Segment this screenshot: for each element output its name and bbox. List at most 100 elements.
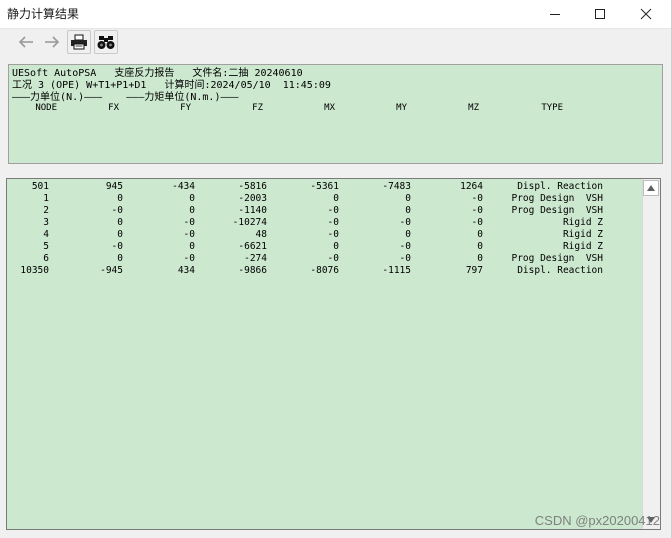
cell-fz: -1140: [238, 205, 267, 216]
report-header-panel: UESoft AutoPSA 支座反力报告 文件名:二抽 20240610 工况…: [8, 64, 663, 164]
table-row: 10350 -945 434 -9866 -8076 -1115 797 Displ. Rea…: [7, 265, 647, 277]
column-header-fy: FY: [180, 103, 191, 113]
cell-my: -7483: [382, 181, 411, 192]
report-title-line: UESoft AutoPSA 支座反力报告 文件名:二抽 20240610: [12, 68, 303, 79]
close-icon: [640, 8, 652, 20]
cell-mz: 0: [477, 241, 483, 252]
cell-type: Rigid Z: [562, 217, 603, 228]
cell-fx: 0: [117, 217, 123, 228]
cell-my: -0: [399, 217, 411, 228]
cell-node: 2: [43, 205, 49, 216]
table-row: 4 0 -0 48 -0 0 0 Rigid Z: [7, 229, 647, 241]
binoculars-icon: [97, 36, 115, 49]
cell-fx: -0: [111, 205, 123, 216]
cell-fy: 0: [189, 205, 195, 216]
column-header-mz: MZ: [468, 103, 479, 113]
forward-button[interactable]: [40, 30, 64, 54]
maximize-icon: [595, 9, 605, 19]
cell-fz: -5816: [238, 181, 267, 192]
cell-fx: 0: [117, 253, 123, 264]
cell-type: Prog Design VSH: [511, 193, 603, 204]
cell-type: Displ. Reaction: [517, 181, 603, 192]
cell-mx: -8076: [310, 265, 339, 276]
cell-node: 6: [43, 253, 49, 264]
cell-node: 501: [31, 181, 49, 192]
cell-my: -1115: [382, 265, 411, 276]
cell-my: 0: [405, 229, 411, 240]
cell-fx: -945: [100, 265, 123, 276]
column-header-node: NODE: [35, 103, 57, 113]
print-button[interactable]: [67, 30, 91, 54]
minimize-icon: [550, 14, 560, 15]
title-bar: 静力计算结果: [0, 0, 672, 29]
cell-my: 0: [405, 205, 411, 216]
cell-mz: -0: [471, 205, 483, 216]
results-panel: 501 945 -434 -5816 -5361 -7483 1264 Displ. Reac…: [6, 178, 661, 530]
cell-my: -0: [399, 241, 411, 252]
cell-type: Rigid Z: [562, 229, 603, 240]
cell-fx: 0: [117, 229, 123, 240]
cell-mz: -0: [471, 193, 483, 204]
maximize-button[interactable]: [578, 0, 622, 28]
cell-mx: -0: [327, 229, 339, 240]
cell-mz: -0: [471, 217, 483, 228]
scroll-up-button[interactable]: [643, 180, 659, 196]
cell-mz: 0: [477, 253, 483, 264]
cell-type: Prog Design VSH: [511, 253, 603, 264]
column-header-fz: FZ: [252, 103, 263, 113]
table-row: 6 0 -0 -274 -0 -0 0 Prog Design VSH: [7, 253, 647, 265]
arrow-right-icon: [45, 36, 60, 48]
close-button[interactable]: [624, 0, 668, 28]
cell-node: 1: [43, 193, 49, 204]
cell-node: 5: [43, 241, 49, 252]
cell-type: Displ. Reaction: [517, 265, 603, 276]
cell-my: 0: [405, 193, 411, 204]
back-button[interactable]: [14, 30, 38, 54]
cell-fy: -0: [183, 229, 195, 240]
cell-mz: 1264: [460, 181, 483, 192]
cell-fz: 48: [255, 229, 267, 240]
column-header-type: TYPE: [541, 103, 563, 113]
printer-icon: [71, 34, 87, 50]
cell-fx: 0: [117, 193, 123, 204]
table-row: 2 -0 0 -1140 -0 0 -0 Prog Design VSH: [7, 205, 647, 217]
cell-node: 3: [43, 217, 49, 228]
cell-mx: -0: [327, 205, 339, 216]
column-header-my: MY: [396, 103, 407, 113]
cell-mz: 797: [465, 265, 483, 276]
table-row: 501 945 -434 -5816 -5361 -7483 1264 Displ. Reac…: [7, 181, 647, 193]
cell-fx: 945: [105, 181, 123, 192]
table-row: 1 0 0 -2003 0 0 -0 Prog Design VSH: [7, 193, 647, 205]
cell-fx: -0: [111, 241, 123, 252]
cell-mx: -0: [327, 253, 339, 264]
cell-type: Rigid Z: [562, 241, 603, 252]
cell-my: -0: [399, 253, 411, 264]
cell-fy: 434: [177, 265, 195, 276]
cell-mx: -0: [327, 217, 339, 228]
load-case-line: 工况 3 (OPE) W+T1+P1+D1 计算时间:2024/05/10 11…: [12, 80, 331, 91]
cell-fy: 0: [189, 241, 195, 252]
cell-mz: 0: [477, 229, 483, 240]
cell-node: 10350: [20, 265, 49, 276]
find-button[interactable]: [94, 30, 118, 54]
cell-fy: -0: [183, 253, 195, 264]
cell-mx: 0: [333, 241, 339, 252]
cell-fz: -6621: [238, 241, 267, 252]
vertical-scrollbar[interactable]: [642, 179, 660, 529]
table-row: 5 -0 0 -6621 0 -0 0 Rigid Z: [7, 241, 647, 253]
cell-fz: -274: [244, 253, 267, 264]
cell-mx: 0: [333, 193, 339, 204]
column-header-fx: FX: [108, 103, 119, 113]
cell-fz: -10274: [232, 217, 267, 228]
cell-fy: 0: [189, 193, 195, 204]
minimize-button[interactable]: [533, 0, 577, 28]
arrow-left-icon: [18, 36, 33, 48]
window-title: 静力计算结果: [7, 7, 80, 21]
cell-fy: -434: [172, 181, 195, 192]
chevron-up-icon: [647, 185, 655, 191]
table-row: 3 0 -0 -10274 -0 -0 -0 Rigid Z: [7, 217, 647, 229]
cell-fz: -9866: [238, 265, 267, 276]
cell-node: 4: [43, 229, 49, 240]
cell-fy: -0: [183, 217, 195, 228]
column-header-mx: MX: [324, 103, 335, 113]
